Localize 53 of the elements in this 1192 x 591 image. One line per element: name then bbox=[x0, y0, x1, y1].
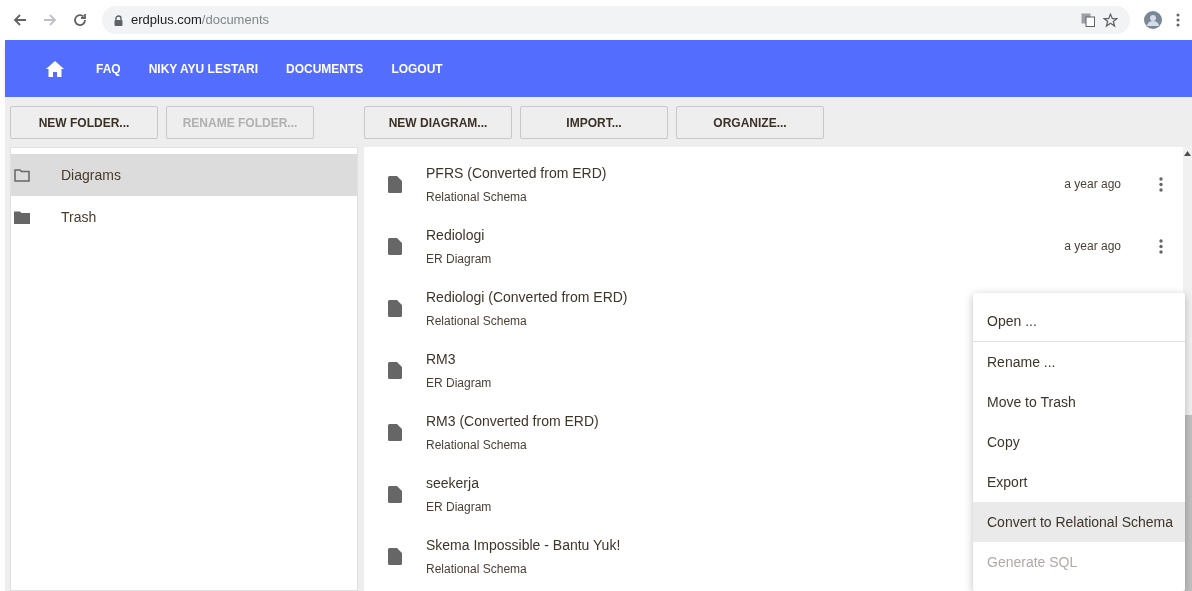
menu-item[interactable]: Rename ... bbox=[973, 342, 1185, 382]
document-type: Relational Schema bbox=[426, 560, 527, 578]
menu-item[interactable]: Move to Trash bbox=[973, 382, 1185, 422]
avatar-icon[interactable] bbox=[1144, 11, 1162, 29]
document-icon bbox=[388, 175, 402, 193]
nav-link[interactable]: FAQ bbox=[96, 59, 121, 78]
folder-icon bbox=[14, 210, 30, 224]
document-title[interactable]: Skema Impossible - Bantu Yuk! bbox=[426, 534, 621, 556]
document-title[interactable]: RM3 (Converted from ERD) bbox=[426, 410, 599, 432]
menu-item[interactable]: Copy bbox=[973, 422, 1185, 462]
toolbar-button[interactable]: NEW FOLDER... bbox=[10, 106, 158, 139]
toolbar-button[interactable]: ORGANIZE... bbox=[676, 106, 824, 139]
document-icon bbox=[388, 299, 402, 317]
document-icon bbox=[388, 485, 402, 503]
translate-icon[interactable] bbox=[1081, 13, 1095, 27]
menu-item[interactable]: Export bbox=[973, 462, 1185, 502]
document-title[interactable]: PFRS (Converted from ERD) bbox=[426, 162, 607, 184]
document-title[interactable]: seekerja bbox=[426, 472, 479, 494]
menu-item[interactable]: Open ... bbox=[973, 301, 1185, 341]
modified-time: a year ago bbox=[1064, 176, 1121, 193]
home-icon[interactable] bbox=[46, 60, 64, 77]
lock-icon bbox=[114, 14, 123, 26]
nav-link[interactable]: DOCUMENTS bbox=[286, 59, 364, 78]
document-icon bbox=[388, 361, 402, 379]
url-text: erdplus.com/documents bbox=[131, 11, 269, 30]
star-icon[interactable] bbox=[1103, 12, 1118, 28]
document-type: ER Diagram bbox=[426, 498, 492, 516]
nav-link[interactable]: LOGOUT bbox=[391, 59, 443, 78]
document-title[interactable]: RM3 bbox=[426, 348, 456, 370]
document-title[interactable]: Rediologi bbox=[426, 224, 485, 246]
document-type: Relational Schema bbox=[426, 188, 527, 206]
document-title[interactable]: Rediologi (Converted from ERD) bbox=[426, 286, 628, 308]
scroll-up-icon[interactable] bbox=[1184, 151, 1191, 156]
nav-link[interactable]: NIKY AYU LESTARI bbox=[148, 59, 259, 78]
document-icon bbox=[388, 237, 402, 255]
back-icon[interactable] bbox=[12, 12, 28, 28]
document-type: Relational Schema bbox=[426, 312, 527, 330]
toolbar-button[interactable]: IMPORT... bbox=[520, 106, 668, 139]
document-icon bbox=[388, 423, 402, 441]
address-bar[interactable]: erdplus.com/documents bbox=[102, 6, 1130, 34]
modified-time: a year ago bbox=[1064, 238, 1121, 255]
document-icon bbox=[388, 547, 402, 565]
folder-icon bbox=[14, 168, 30, 182]
reload-icon[interactable] bbox=[72, 12, 88, 28]
more-icon[interactable] bbox=[1159, 238, 1163, 254]
document-type: ER Diagram bbox=[426, 250, 492, 268]
document-type: Relational Schema bbox=[426, 436, 527, 454]
menu-item[interactable]: Convert to Relational Schema bbox=[973, 502, 1185, 542]
document-type: ER Diagram bbox=[426, 374, 492, 392]
menu-icon[interactable] bbox=[1176, 13, 1180, 27]
folder-item[interactable]: Diagrams bbox=[11, 154, 357, 196]
more-icon[interactable] bbox=[1159, 176, 1163, 192]
toolbar-button[interactable]: NEW DIAGRAM... bbox=[364, 106, 512, 139]
